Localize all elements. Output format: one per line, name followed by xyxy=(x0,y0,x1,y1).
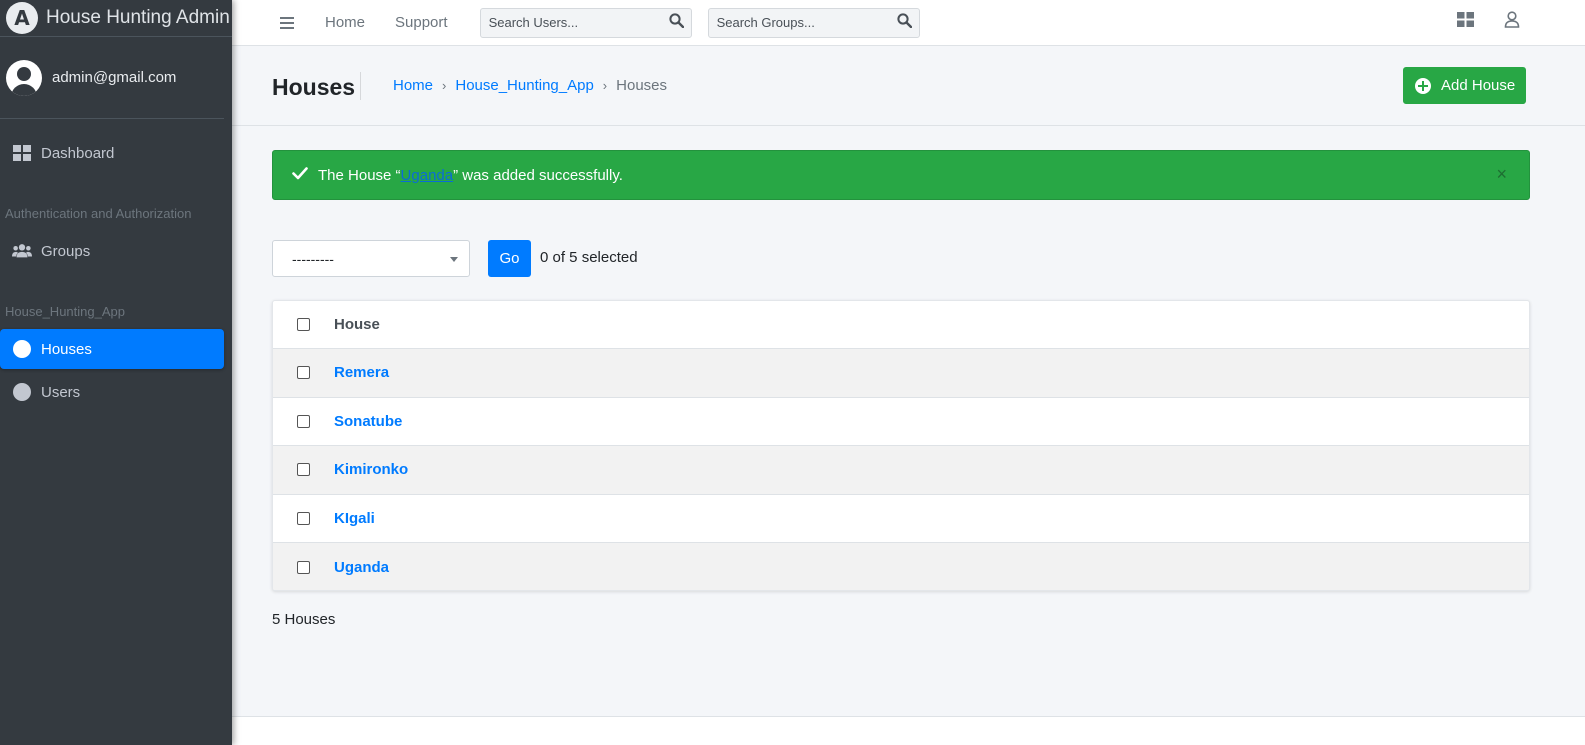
table-header-row: House xyxy=(273,301,1529,349)
house-link[interactable]: Uganda xyxy=(334,559,389,576)
search-users-input[interactable] xyxy=(488,15,659,30)
sidebar-section-auth: Authentication and Authorization xyxy=(5,206,192,221)
selection-counter: 0 of 5 selected xyxy=(540,249,638,266)
user-icon[interactable] xyxy=(1504,11,1520,33)
sidebar-item-label: Dashboard xyxy=(41,144,115,162)
check-icon xyxy=(292,166,308,184)
house-link[interactable]: Sonatube xyxy=(334,413,402,430)
table-row: Sonatube xyxy=(273,398,1529,446)
add-house-button[interactable]: Add House xyxy=(1403,67,1526,104)
menu-toggle-icon[interactable] xyxy=(280,16,294,29)
sidebar-item-label: Houses xyxy=(41,340,92,358)
action-select-value: --------- xyxy=(292,250,334,267)
plus-circle-icon xyxy=(1415,77,1431,94)
brand-title: House Hunting Admin xyxy=(46,7,230,28)
user-panel: admin@gmail.com xyxy=(0,37,224,119)
user-email[interactable]: admin@gmail.com xyxy=(52,69,176,86)
content-header: Houses Home › House_Hunting_App › Houses… xyxy=(232,46,1585,126)
top-navbar: Home Support xyxy=(232,0,1585,46)
top-right-icons xyxy=(1457,11,1520,33)
table-row: Kimironko xyxy=(273,446,1529,495)
row-checkbox[interactable] xyxy=(297,463,310,477)
results-table: House Remera Sonatube Kimironko KIgali U… xyxy=(272,300,1530,591)
nav-home-link[interactable]: Home xyxy=(325,14,365,31)
house-link[interactable]: KIgali xyxy=(334,510,375,527)
title-divider xyxy=(360,72,361,100)
row-checkbox[interactable] xyxy=(297,511,310,525)
page-footer xyxy=(232,717,1585,745)
row-checkbox[interactable] xyxy=(297,560,310,574)
page-title: Houses xyxy=(272,74,356,100)
nav-support-link[interactable]: Support xyxy=(395,14,448,31)
select-all-checkbox[interactable] xyxy=(297,318,310,331)
sidebar-item-label: Users xyxy=(41,383,81,401)
go-button[interactable]: Go xyxy=(488,240,531,277)
breadcrumb-home[interactable]: Home xyxy=(393,77,433,94)
sidebar-item-groups[interactable]: Groups xyxy=(0,231,224,271)
chevron-right-icon: › xyxy=(442,78,447,93)
search-groups-input[interactable] xyxy=(716,15,887,30)
success-alert: The House “Uganda” was added successfull… xyxy=(272,150,1530,200)
chevron-right-icon: › xyxy=(602,78,608,93)
alert-house-link[interactable]: Uganda xyxy=(401,167,454,184)
column-header-house[interactable]: House xyxy=(334,316,380,333)
sidebar-item-label: Groups xyxy=(41,242,91,260)
sidebar-item-houses[interactable]: Houses xyxy=(0,329,224,369)
sidebar-item-users[interactable]: Users xyxy=(0,372,224,412)
table-row: Uganda xyxy=(273,543,1529,590)
breadcrumb: Home › House_Hunting_App › Houses xyxy=(393,77,667,94)
avatar-icon xyxy=(6,59,42,96)
alert-message: The House “Uganda” was added successfull… xyxy=(318,166,623,184)
breadcrumb-current: Houses xyxy=(616,77,667,94)
add-house-label: Add House xyxy=(1441,77,1516,94)
row-checkbox[interactable] xyxy=(297,414,310,428)
action-select[interactable]: --------- xyxy=(272,240,470,277)
house-link[interactable]: Remera xyxy=(334,364,389,381)
circle-icon xyxy=(12,340,32,358)
row-checkbox[interactable] xyxy=(297,366,310,380)
brand-logo-icon: A xyxy=(6,2,38,34)
table-row: KIgali xyxy=(273,495,1529,543)
users-group-icon xyxy=(12,243,32,259)
brand-link[interactable]: A House Hunting Admin xyxy=(0,0,232,37)
sidebar-section-app: House_Hunting_App xyxy=(5,304,125,319)
search-users-box xyxy=(479,7,692,38)
sidebar-nav: Dashboard Authentication and Authorizati… xyxy=(0,119,232,412)
table-row: Remera xyxy=(273,349,1529,398)
close-icon[interactable]: × xyxy=(1496,165,1507,183)
breadcrumb-app[interactable]: House_Hunting_App xyxy=(455,77,593,94)
result-count: 5 Houses xyxy=(272,611,336,628)
search-groups-box xyxy=(707,7,920,38)
house-link[interactable]: Kimironko xyxy=(334,461,408,478)
sidebar-item-dashboard[interactable]: Dashboard xyxy=(0,133,224,173)
dashboard-grid-icon[interactable] xyxy=(1457,12,1474,32)
search-icon[interactable] xyxy=(668,12,684,33)
circle-icon xyxy=(12,383,32,401)
search-icon[interactable] xyxy=(896,12,912,33)
sidebar: A House Hunting Admin admin@gmail.com Da… xyxy=(0,0,232,745)
dashboard-icon xyxy=(12,145,32,161)
caret-down-icon xyxy=(450,257,458,262)
